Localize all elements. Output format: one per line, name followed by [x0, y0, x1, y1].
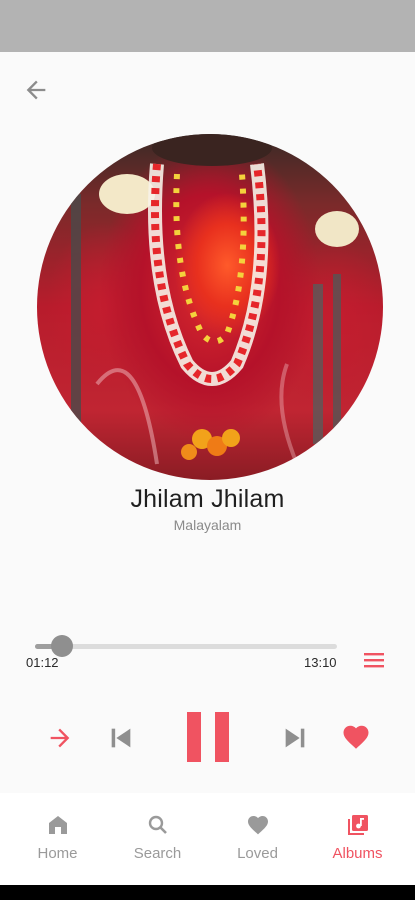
status-bar — [0, 0, 415, 52]
favorite-button[interactable] — [340, 722, 372, 752]
queue-icon — [364, 653, 384, 668]
play-pause-button[interactable] — [185, 712, 231, 764]
nav-item-home[interactable]: Home — [6, 793, 109, 885]
skip-previous-icon — [111, 728, 131, 748]
back-button[interactable] — [22, 76, 50, 104]
nav-item-label: Search — [133, 845, 182, 862]
arrow-right-icon — [50, 728, 70, 748]
next-button[interactable] — [281, 724, 309, 752]
system-navigation-bar — [0, 885, 415, 900]
home-icon — [48, 816, 67, 834]
nav-item-label: Loved — [237, 845, 278, 862]
total-time: 13:10 — [304, 655, 337, 670]
previous-button[interactable] — [107, 724, 135, 752]
track-subtitle: Malayalam — [173, 517, 242, 533]
nav-item-albums[interactable]: Albums — [306, 793, 409, 885]
nav-item-loved[interactable]: Loved — [206, 793, 309, 885]
albums-icon — [347, 815, 368, 835]
skip-next-icon — [285, 728, 305, 748]
heart-icon — [247, 816, 268, 835]
bottom-navigation: Home Search Loved Albums — [0, 793, 415, 885]
nav-item-label: Home — [37, 845, 78, 862]
nav-item-search[interactable]: Search — [106, 793, 209, 885]
progress-thumb[interactable] — [51, 635, 74, 657]
arrow-left-icon — [26, 80, 46, 100]
progress-bar[interactable] — [35, 644, 337, 649]
track-title: Jhilam Jhilam — [130, 485, 285, 513]
pause-icon — [187, 712, 229, 762]
album-art — [37, 134, 383, 480]
nav-item-label: Albums — [332, 845, 383, 862]
heart-icon — [343, 725, 369, 749]
current-time: 01:12 — [26, 655, 59, 670]
search-icon — [148, 815, 167, 834]
shuffle-button[interactable] — [46, 724, 74, 752]
queue-button[interactable] — [364, 652, 384, 668]
